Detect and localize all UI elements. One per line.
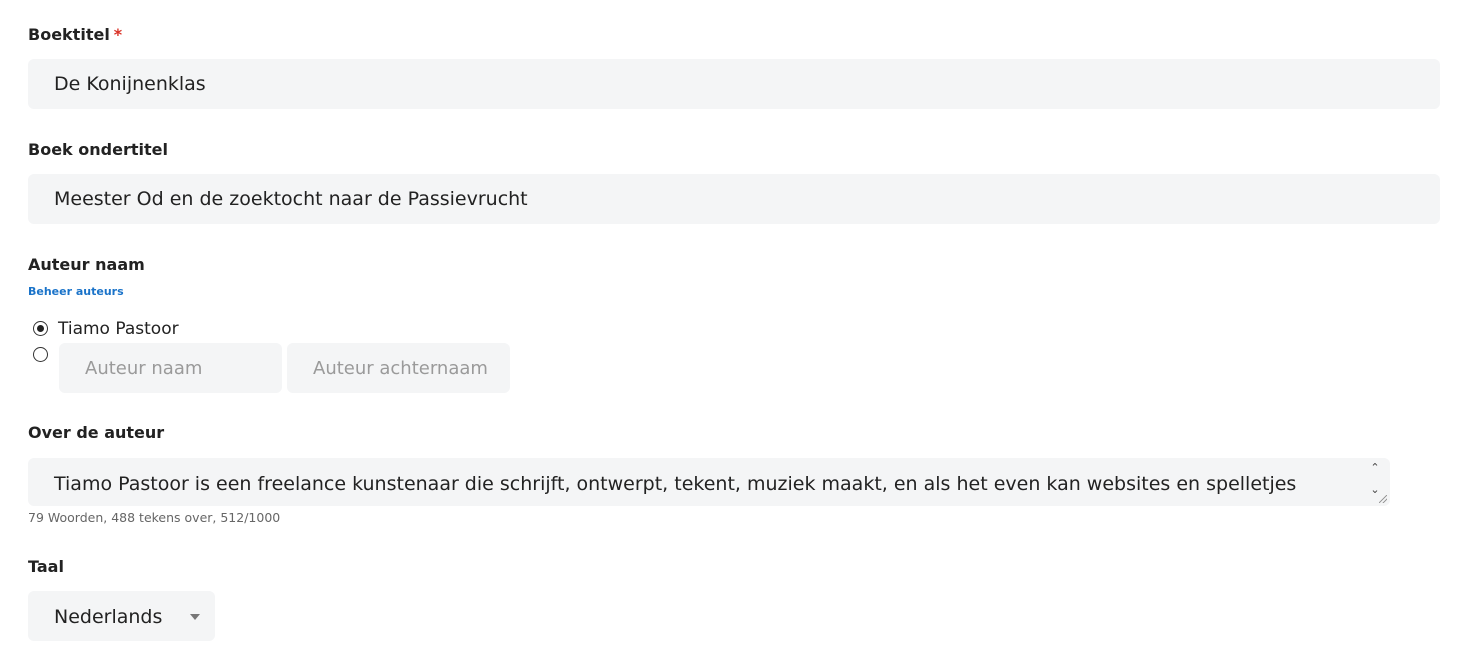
- author-option-existing-radio[interactable]: [33, 321, 48, 336]
- author-option-new-radio[interactable]: [33, 347, 48, 362]
- book-title-label: Boektitel *: [28, 25, 122, 44]
- language-selected-value: Nederlands: [54, 606, 163, 628]
- author-last-name-input[interactable]: [287, 343, 510, 393]
- required-marker: *: [113, 25, 123, 44]
- about-author-textarea[interactable]: Tiamo Pastoor is een freelance kunstenaa…: [28, 458, 1390, 506]
- author-name-label: Auteur naam: [28, 255, 145, 274]
- resize-grip-icon[interactable]: [1379, 495, 1387, 503]
- about-author-text: Tiamo Pastoor is een freelance kunstenaa…: [54, 473, 1297, 495]
- author-option-existing-label: Tiamo Pastoor: [58, 319, 179, 339]
- language-select[interactable]: Nederlands: [28, 591, 215, 641]
- language-label: Taal: [28, 557, 64, 576]
- book-subtitle-label: Boek ondertitel: [28, 140, 168, 159]
- about-author-label: Over de auteur: [28, 423, 165, 442]
- about-author-counter: 79 Woorden, 488 tekens over, 512/1000: [28, 510, 281, 525]
- chevron-up-icon[interactable]: ⌃: [1368, 462, 1382, 474]
- book-title-input[interactable]: [28, 59, 1440, 109]
- caret-down-icon: [190, 614, 200, 620]
- book-title-label-text: Boektitel: [28, 25, 110, 44]
- manage-authors-link[interactable]: Beheer auteurs: [28, 285, 124, 298]
- author-first-name-input[interactable]: [59, 343, 282, 393]
- book-subtitle-input[interactable]: [28, 174, 1440, 224]
